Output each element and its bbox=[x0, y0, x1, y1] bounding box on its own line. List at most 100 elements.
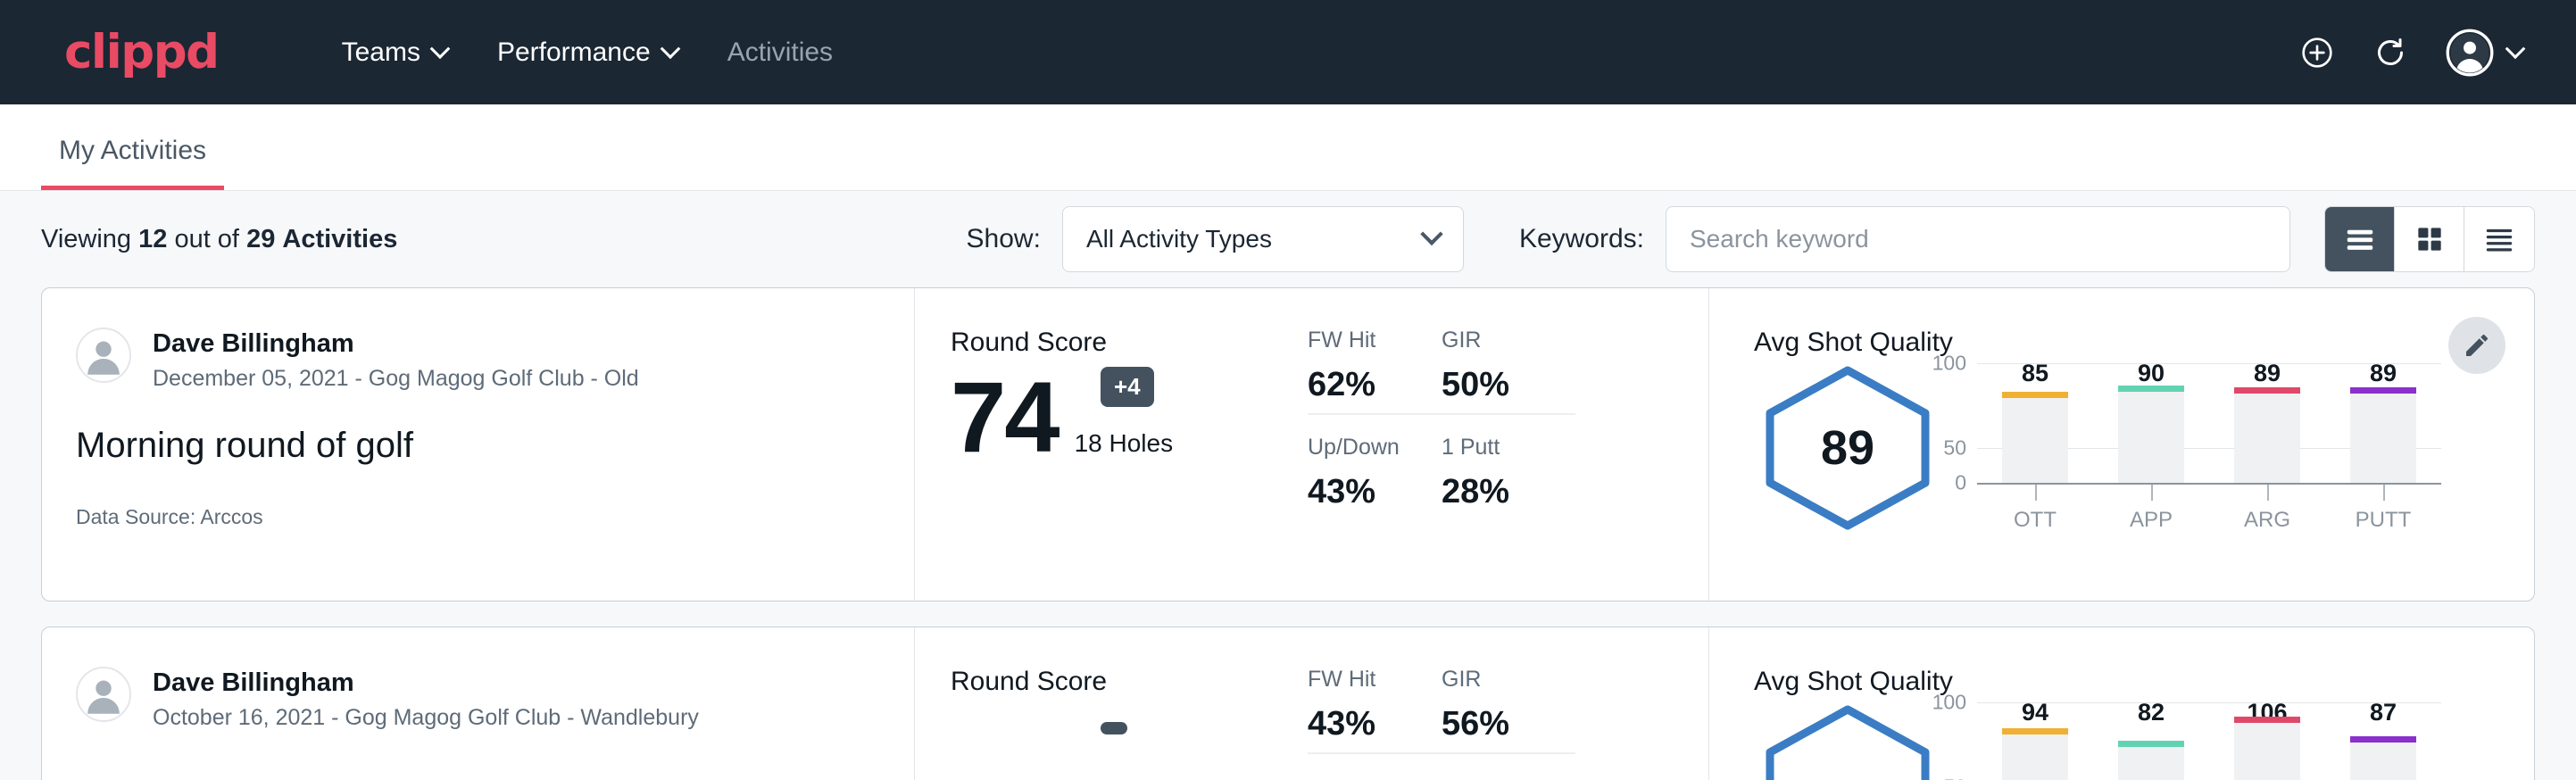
bar-app-cap bbox=[2118, 386, 2184, 392]
stat-grid: FW Hit 62% GIR 50% Up/Down 43% 1 Putt 28… bbox=[1308, 328, 1708, 520]
activity-title: Morning round of golf bbox=[76, 426, 878, 466]
chevron-down-icon bbox=[1420, 223, 1442, 245]
nav-actions bbox=[2299, 29, 2522, 77]
bar-putt-cap bbox=[2350, 736, 2416, 743]
x-label-arg: ARG bbox=[2244, 508, 2290, 533]
x-axis-labels: OTT APP ARG PUTT bbox=[1977, 483, 2441, 533]
bar-ott-value: 85 bbox=[2022, 360, 2048, 387]
bar-group: 85 90 89 89 bbox=[1977, 363, 2441, 483]
activity-summary: Dave Billingham October 16, 2021 - Gog M… bbox=[42, 627, 915, 780]
search-input[interactable] bbox=[1666, 206, 2290, 272]
stat-gir-label: GIR bbox=[1442, 328, 1545, 353]
avg-shot-quality-label: Avg Shot Quality bbox=[1754, 667, 2534, 697]
activity-summary: Dave Billingham December 05, 2021 - Gog … bbox=[42, 288, 915, 601]
avg-shot-quality-body: 89 100 50 0 85 90 bbox=[1754, 363, 2534, 533]
bar-arg: 89 bbox=[2209, 363, 2325, 483]
score-delta-badge bbox=[1101, 722, 1127, 734]
person-avatar-icon bbox=[78, 667, 129, 722]
avg-shot-quality-value: 89 bbox=[1754, 363, 1941, 533]
viewing-middle: out of bbox=[174, 225, 239, 253]
nav-item-performance[interactable]: Performance bbox=[472, 27, 702, 79]
bar-ott-value: 94 bbox=[2022, 699, 2048, 726]
account-menu[interactable] bbox=[2446, 29, 2522, 77]
account-avatar-icon bbox=[2446, 29, 2494, 77]
compact-view-button[interactable] bbox=[2464, 207, 2534, 271]
bar-arg: 106 bbox=[2209, 702, 2325, 780]
bar-group: 94 82 106 87 bbox=[1977, 702, 2441, 780]
stat-gir-value: 50% bbox=[1442, 366, 1545, 404]
avg-shot-quality-label: Avg Shot Quality bbox=[1754, 328, 2534, 358]
add-circle-icon[interactable] bbox=[2299, 35, 2335, 71]
stat-fw-hit-label: FW Hit bbox=[1308, 328, 1411, 353]
grid-view-icon bbox=[2413, 222, 2447, 256]
player-header: Dave Billingham December 05, 2021 - Gog … bbox=[76, 328, 878, 392]
nav-item-activities[interactable]: Activities bbox=[702, 27, 858, 79]
x-tick bbox=[2151, 485, 2153, 501]
bar-putt-value: 87 bbox=[2370, 699, 2397, 726]
activity-type-select[interactable]: All Activity Types bbox=[1062, 206, 1464, 272]
tab-my-activities[interactable]: My Activities bbox=[41, 136, 224, 190]
pencil-icon bbox=[2463, 331, 2491, 360]
bar-ott: 94 bbox=[1977, 702, 2093, 780]
x-cell-app: APP bbox=[2093, 483, 2209, 533]
stat-fw-hit-label: FW Hit bbox=[1308, 667, 1411, 693]
activity-data-source: Data Source: Arccos bbox=[76, 505, 878, 529]
compact-view-icon bbox=[2482, 222, 2516, 256]
nav-item-teams[interactable]: Teams bbox=[317, 27, 472, 79]
x-label-putt: PUTT bbox=[2356, 508, 2412, 533]
y-tick-100: 100 bbox=[1932, 352, 1966, 376]
clippd-logo[interactable]: clippd bbox=[64, 29, 219, 76]
bar-app: 90 bbox=[2093, 363, 2209, 483]
stat-fw-hit: FW Hit 62% bbox=[1308, 328, 1442, 415]
activity-meta: December 05, 2021 - Gog Magog Golf Club … bbox=[153, 365, 639, 392]
viewing-count: 12 bbox=[138, 225, 167, 253]
bar-putt-cap bbox=[2350, 387, 2416, 394]
bar-app-value: 82 bbox=[2138, 699, 2165, 726]
activity-meta: October 16, 2021 - Gog Magog Golf Club -… bbox=[153, 704, 699, 731]
stat-one-putt: 1 Putt 28% bbox=[1442, 435, 1575, 520]
activity-card[interactable]: Dave Billingham December 05, 2021 - Gog … bbox=[41, 287, 2535, 602]
stat-gir: GIR 56% bbox=[1442, 667, 1575, 754]
avg-shot-quality-section: Avg Shot Quality 100 50 0 bbox=[1709, 627, 2534, 780]
chevron-down-icon bbox=[2505, 38, 2526, 59]
bar-app-cap bbox=[2118, 741, 2184, 747]
round-score-label: Round Score bbox=[951, 667, 1290, 697]
x-label-app: APP bbox=[2130, 508, 2173, 533]
x-cell-arg: ARG bbox=[2209, 483, 2325, 533]
filter-toolbar: Viewing 12 out of 29 Activities Show: Al… bbox=[0, 191, 2576, 287]
stat-gir: GIR 50% bbox=[1442, 328, 1575, 415]
nav-item-teams-label: Teams bbox=[342, 37, 420, 68]
nav-item-performance-label: Performance bbox=[497, 37, 651, 68]
list-view-button[interactable] bbox=[2325, 207, 2395, 271]
player-name: Dave Billingham bbox=[153, 667, 699, 699]
view-mode-toggle-group bbox=[2324, 206, 2535, 272]
y-tick-50: 50 bbox=[1943, 776, 1966, 780]
x-label-ott: OTT bbox=[2014, 508, 2057, 533]
chevron-down-icon bbox=[430, 38, 451, 59]
refresh-icon[interactable] bbox=[2372, 35, 2408, 71]
stat-up-down: Up/Down 43% bbox=[1308, 435, 1442, 520]
activity-card[interactable]: Dave Billingham October 16, 2021 - Gog M… bbox=[41, 626, 2535, 780]
bar-arg-cap bbox=[2234, 387, 2300, 394]
list-view-icon bbox=[2343, 222, 2377, 256]
edit-activity-button[interactable] bbox=[2448, 317, 2505, 374]
avg-shot-quality-body: 100 50 0 94 82 bbox=[1754, 702, 2534, 780]
round-stats-section: FW Hit 43% GIR 56% bbox=[1290, 627, 1709, 780]
player-header: Dave Billingham October 16, 2021 - Gog M… bbox=[76, 667, 878, 731]
viewing-prefix: Viewing bbox=[41, 225, 131, 253]
top-navigation-bar: clippd Teams Performance Activities bbox=[0, 0, 2576, 104]
stat-one-putt-value: 28% bbox=[1442, 473, 1575, 511]
shot-quality-hexagon: 89 bbox=[1754, 363, 1941, 533]
stat-one-putt-label: 1 Putt bbox=[1442, 435, 1575, 461]
bar-app: 82 bbox=[2093, 702, 2209, 780]
activity-type-select-value: All Activity Types bbox=[1086, 225, 1272, 253]
holes-label: 18 Holes bbox=[1075, 429, 1174, 465]
player-name: Dave Billingham bbox=[153, 328, 639, 360]
y-tick-0: 0 bbox=[1955, 471, 1966, 495]
primary-nav: Teams Performance Activities bbox=[317, 27, 858, 79]
tab-bar: My Activities bbox=[0, 104, 2576, 191]
bar-ott-cap bbox=[2002, 728, 2068, 734]
stat-fw-hit: FW Hit 43% bbox=[1308, 667, 1442, 754]
grid-view-button[interactable] bbox=[2395, 207, 2464, 271]
keyword-filter: Keywords: bbox=[1519, 206, 2290, 272]
